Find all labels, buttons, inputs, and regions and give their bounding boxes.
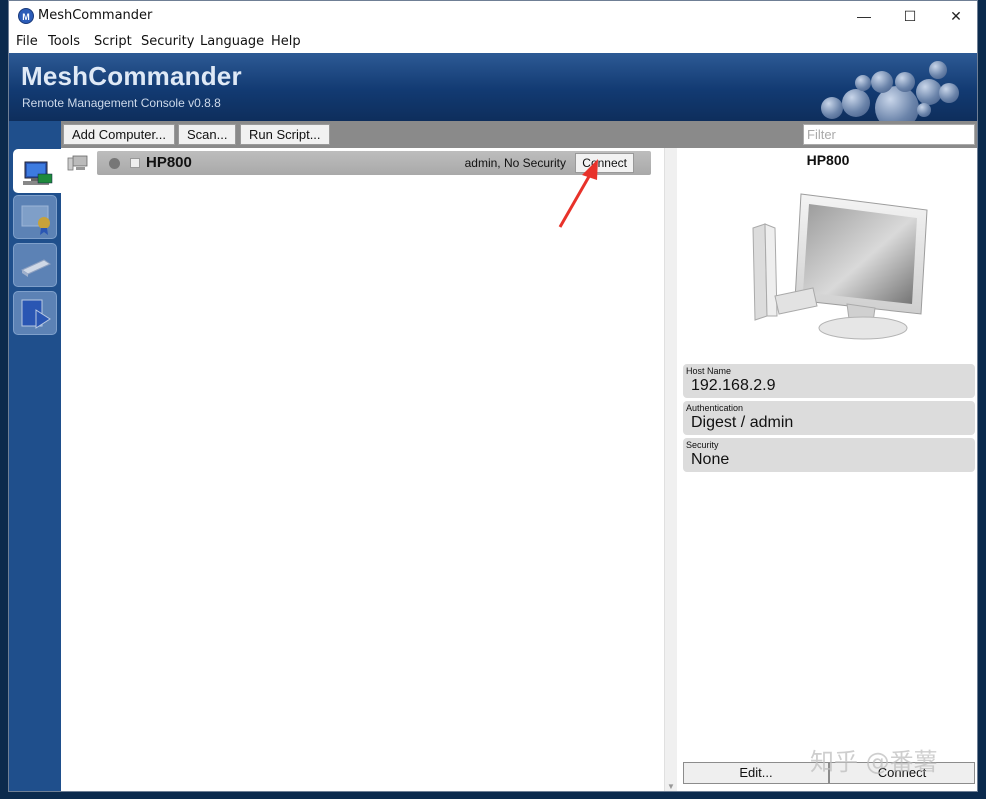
title-bar: M MeshCommander — ☐ ✕ [9,1,977,31]
certificate-icon [21,205,50,235]
computer-monitor-icon [752,193,928,340]
meshcommander-logo-icon: M [18,8,34,24]
detail-title: HP800 [806,152,850,168]
header-banner: MeshCommander Remote Management Console … [9,53,977,130]
detail-panel: HP800 Host Name 192.168.2.9 Authenticati… [677,148,977,791]
edit-button[interactable]: Edit... [683,762,829,784]
left-nav-rail [9,121,61,791]
status-indicator-icon [109,158,120,169]
security-value: None [691,451,730,468]
row-connect-button[interactable]: Connect [575,153,634,173]
network-computers-icon [23,161,53,185]
host-name-field: Host Name 192.168.2.9 [683,364,975,398]
usb-drive-icon [20,259,52,277]
select-checkbox[interactable] [130,158,140,168]
authentication-label: Authentication [686,403,744,413]
menu-file[interactable]: File [16,34,38,49]
menu-tools[interactable]: Tools [48,34,80,49]
menu-help[interactable]: Help [271,34,301,49]
computer-list: HP800 admin, No Security Connect [61,148,664,791]
maximize-button[interactable]: ☐ [887,1,933,31]
computers-tab[interactable] [13,149,61,193]
scroll-down-icon[interactable]: ▼ [667,782,675,791]
authentication-field: Authentication Digest / admin [683,401,975,435]
scripts-tab[interactable] [13,291,57,335]
play-script-icon [21,299,51,329]
computer-small-icon [67,155,88,171]
computer-name: HP800 [146,154,192,171]
list-scrollbar[interactable]: ▼ [664,148,677,791]
computer-auth-info: admin, No Security [464,156,566,170]
host-name-value: 192.168.2.9 [691,377,776,394]
menu-bar: File Tools Script Security Language Help [9,31,977,53]
run-script-button[interactable]: Run Script... [240,124,330,145]
app-window: M MeshCommander — ☐ ✕ File Tools Script … [8,0,978,792]
banner-title: MeshCommander [21,61,242,91]
menu-script[interactable]: Script [94,34,132,49]
toolbar: Add Computer... Scan... Run Script... Fi… [61,121,977,148]
close-button[interactable]: ✕ [933,1,977,31]
authentication-value: Digest / admin [691,414,794,431]
storage-tab[interactable] [13,243,57,287]
add-computer-button[interactable]: Add Computer... [63,124,175,145]
minimize-button[interactable]: — [841,1,887,31]
host-name-label: Host Name [686,366,732,376]
certificates-tab[interactable] [13,195,57,239]
filter-input[interactable]: Filter [803,124,975,145]
menu-security[interactable]: Security [141,34,194,49]
security-field: Security None [683,438,975,472]
security-label: Security [686,440,719,450]
window-title: MeshCommander [38,8,153,23]
computer-row-hp800[interactable]: HP800 admin, No Security Connect [97,151,651,175]
menu-language[interactable]: Language [200,34,264,49]
scan-button[interactable]: Scan... [178,124,237,145]
banner-subtitle: Remote Management Console v0.8.8 [22,96,221,110]
watermark-text: 知乎 @番薯 [810,748,938,776]
